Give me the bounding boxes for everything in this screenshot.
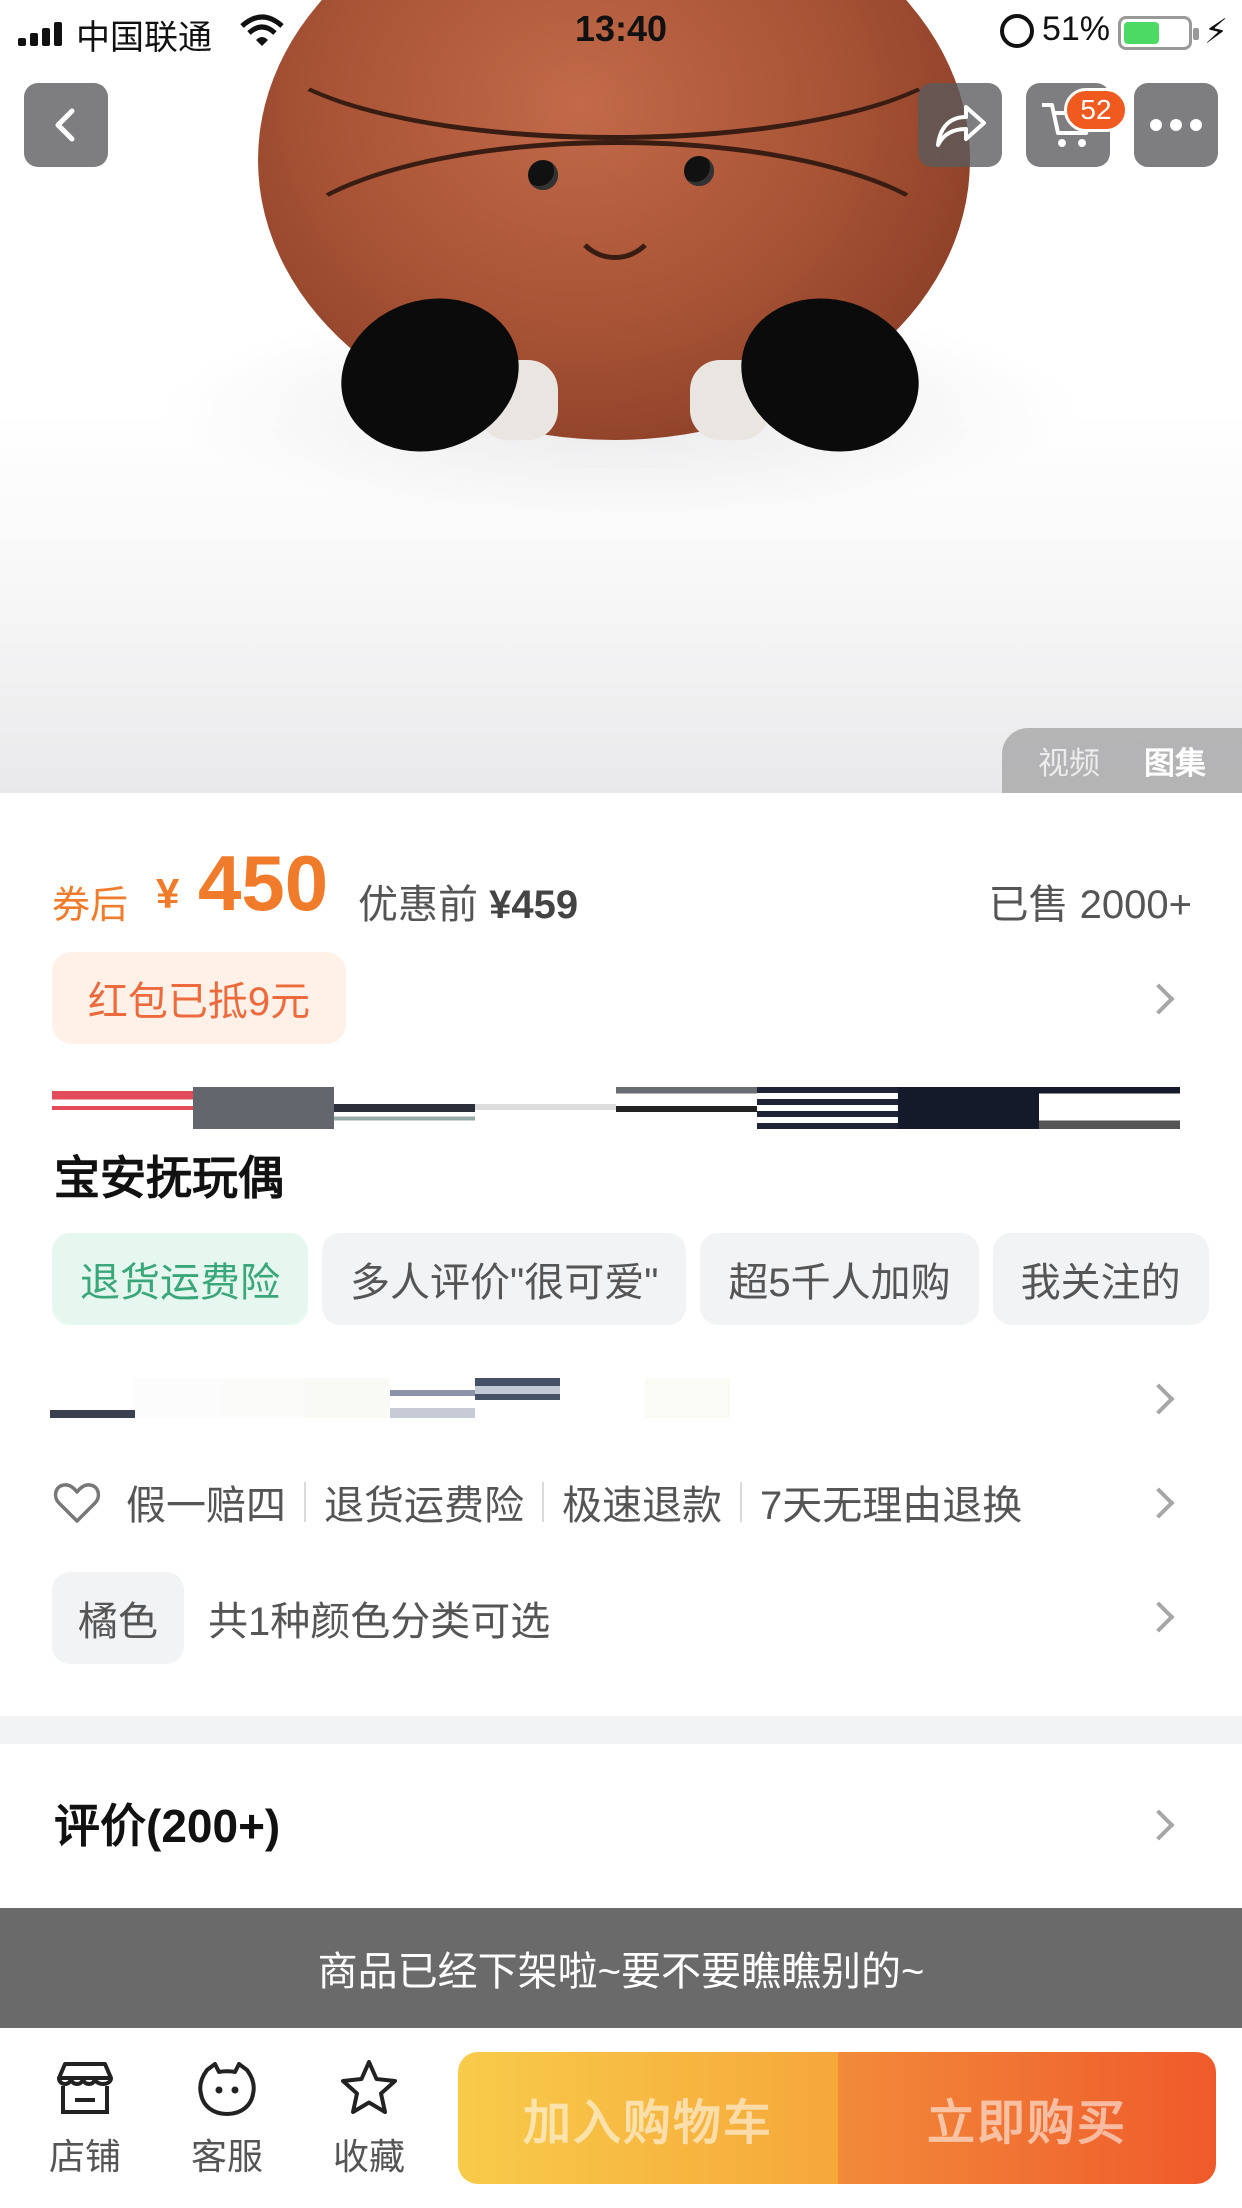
original-price-value: ¥459	[489, 883, 579, 927]
color-selector[interactable]: 橘色 共1种颜色分类可选	[52, 1572, 550, 1664]
coupon-badge[interactable]: 红包已抵9元	[52, 952, 346, 1044]
guarantee-item: 7天无理由退换	[760, 1484, 1023, 1528]
add-to-cart-button[interactable]: 加入购物车	[458, 2052, 838, 2184]
battery-icon	[1118, 16, 1199, 50]
tag-list: 退货运费险 多人评价"很可爱" 超5千人加购 我关注的	[52, 1233, 1209, 1325]
tag-item[interactable]: 多人评价"很可爱"	[322, 1233, 687, 1325]
price-row: 券后 ¥ 450 优惠前 ¥459 已售 2000+	[52, 838, 1192, 928]
service-button[interactable]: 客服	[172, 2056, 282, 2180]
guarantee-row[interactable]: 假一赔四 退货运费险 极速退款 7天无理由退换	[52, 1470, 1022, 1534]
star-outline-icon	[341, 2060, 397, 2114]
bottom-bar: 店铺 客服 收藏 加入购物车 立即购买	[0, 2028, 1242, 2208]
favorite-button[interactable]: 收藏	[314, 2056, 424, 2180]
chevron-right-icon[interactable]	[1143, 1383, 1175, 1415]
back-button[interactable]	[24, 83, 108, 167]
color-description: 共1种颜色分类可选	[208, 1600, 551, 1644]
share-arrow-icon	[936, 105, 986, 147]
tab-gallery[interactable]: 图集	[1144, 738, 1206, 783]
share-button[interactable]	[918, 83, 1002, 167]
currency-symbol: ¥	[156, 870, 180, 917]
more-dots-icon	[1150, 119, 1202, 131]
obscured-strip	[52, 1087, 1180, 1129]
buy-now-button[interactable]: 立即购买	[838, 2052, 1216, 2184]
status-bar: 中国联通 13:40 51% ⚡	[0, 0, 1242, 62]
guarantee-item: 极速退款	[562, 1484, 722, 1528]
chevron-right-icon[interactable]	[1143, 983, 1175, 1015]
chevron-right-icon[interactable]	[1143, 1809, 1175, 1841]
original-price: 优惠前 ¥459	[358, 872, 578, 930]
store-icon	[57, 2062, 113, 2114]
price-value: 450	[198, 839, 329, 927]
cart-count-badge: 52	[1064, 88, 1128, 132]
product-title: 宝安抚玩偶	[54, 1152, 284, 1204]
off-shelf-notice[interactable]: 商品已经下架啦~要不要瞧瞧别的~	[0, 1908, 1242, 2028]
guarantee-item: 退货运费险	[324, 1484, 524, 1528]
plush-eye-left	[528, 160, 558, 190]
chevron-right-icon[interactable]	[1143, 1601, 1175, 1633]
battery-percent: 51%	[1041, 10, 1110, 48]
after-coupon-label: 券后	[52, 885, 129, 927]
reviews-header[interactable]: 评价(200+)	[54, 1790, 280, 1856]
more-button[interactable]	[1134, 83, 1218, 167]
chevron-right-icon[interactable]	[1143, 1487, 1175, 1519]
color-chip[interactable]: 橘色	[52, 1572, 184, 1664]
favorite-label: 收藏	[332, 2136, 405, 2177]
heart-outline-icon	[53, 1483, 101, 1523]
media-tabs: 视频 图集	[1002, 728, 1242, 793]
store-button[interactable]: 店铺	[30, 2056, 140, 2180]
section-divider	[0, 1716, 1242, 1744]
store-label: 店铺	[48, 2136, 121, 2177]
guarantee-item: 假一赔四	[126, 1484, 286, 1528]
tag-item[interactable]: 退货运费险	[52, 1233, 308, 1325]
sold-count: 已售 2000+	[988, 883, 1192, 927]
tag-item[interactable]: 超5千人加购	[700, 1233, 979, 1325]
tag-item[interactable]: 我关注的	[992, 1233, 1209, 1325]
chevron-left-icon	[55, 108, 75, 142]
service-face-icon	[198, 2062, 256, 2116]
plush-eye-right	[684, 156, 714, 186]
charging-icon: ⚡	[1204, 13, 1228, 51]
obscured-strip-2	[50, 1378, 730, 1418]
tab-video[interactable]: 视频	[1038, 738, 1100, 783]
service-label: 客服	[190, 2136, 263, 2177]
original-price-label: 优惠前	[358, 883, 478, 927]
orientation-lock-icon	[1000, 14, 1034, 48]
